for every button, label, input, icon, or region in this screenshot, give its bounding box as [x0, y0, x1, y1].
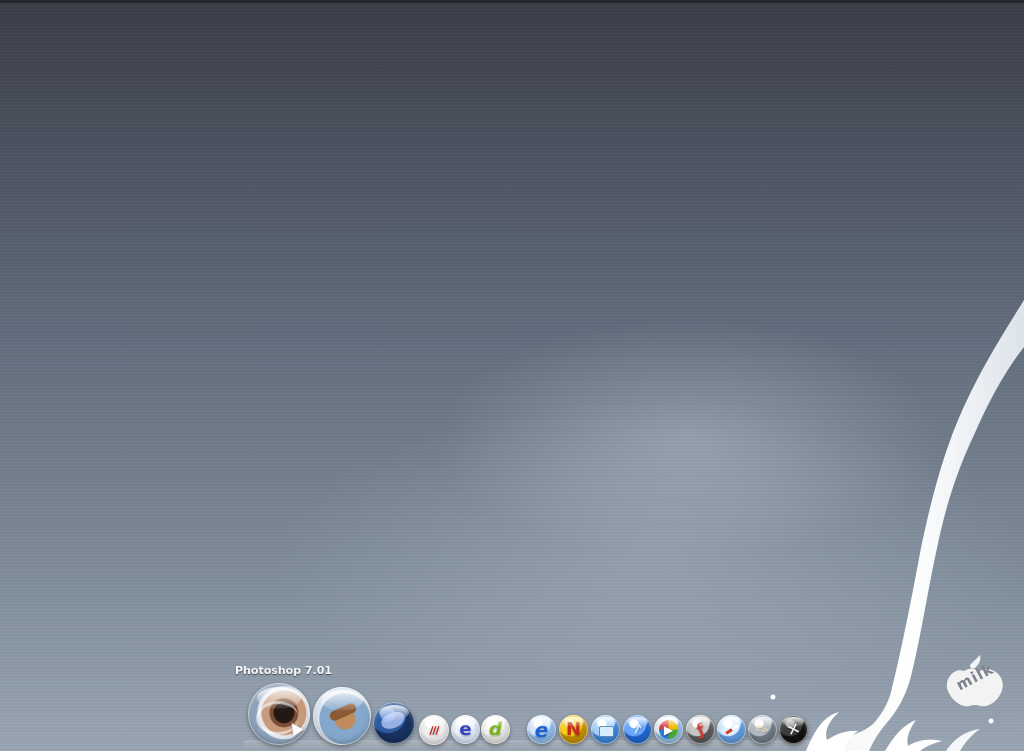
graph-dock-item[interactable]: ↗ — [623, 715, 652, 744]
top-edge — [0, 0, 1024, 3]
norton-icon: N — [565, 719, 582, 740]
green-d-icon: d — [489, 719, 502, 740]
flash-dock-item[interactable]: ƒ — [686, 715, 715, 744]
e-swirl-icon: e — [459, 719, 472, 740]
photoshop-tooltip: Photoshop 7.01 — [235, 664, 333, 677]
safari-icon — [725, 724, 739, 735]
dreamweaver-dock-item[interactable]: /// — [419, 715, 449, 745]
e-swirl-dock-item[interactable]: e — [451, 715, 480, 744]
flash-icon: ƒ — [693, 719, 708, 740]
painter-icon — [328, 701, 358, 723]
internet-explorer-icon: e — [534, 717, 549, 742]
globe-dock-item[interactable] — [373, 702, 415, 744]
folder-icon — [599, 726, 614, 737]
internet-explorer-dock-item[interactable]: e — [527, 715, 556, 744]
photoshop-icon — [256, 701, 299, 735]
dreamweaver-icon: /// — [429, 723, 439, 737]
media-player-ring — [659, 720, 678, 739]
photoshop-dock-item[interactable] — [248, 683, 310, 745]
milk-droplet — [988, 718, 994, 724]
tools-dock-item[interactable]: ✎ — [748, 715, 777, 744]
globe-icon — [379, 709, 407, 732]
safari-dock-item[interactable] — [717, 715, 746, 744]
norton-dock-item[interactable]: N — [559, 715, 588, 744]
milk-splash-right — [885, 720, 942, 751]
tools-icon: ✎ — [751, 717, 774, 742]
media-player-dock-item[interactable]: ▶ — [654, 715, 683, 744]
milk-splash-far-right — [946, 729, 980, 751]
utility-dock-item[interactable]: ✕ — [779, 715, 808, 744]
painter-dock-item[interactable] — [313, 687, 371, 745]
utility-icon: ✕ — [784, 718, 803, 741]
media-player-icon: ▶ — [663, 722, 674, 737]
graph-icon: ↗ — [629, 720, 646, 739]
dock: /// e d e N ↗ ▶ ƒ ✎ ✕ — [243, 680, 813, 751]
green-d-dock-item[interactable]: d — [481, 715, 510, 744]
folder-dock-item[interactable] — [591, 715, 620, 744]
